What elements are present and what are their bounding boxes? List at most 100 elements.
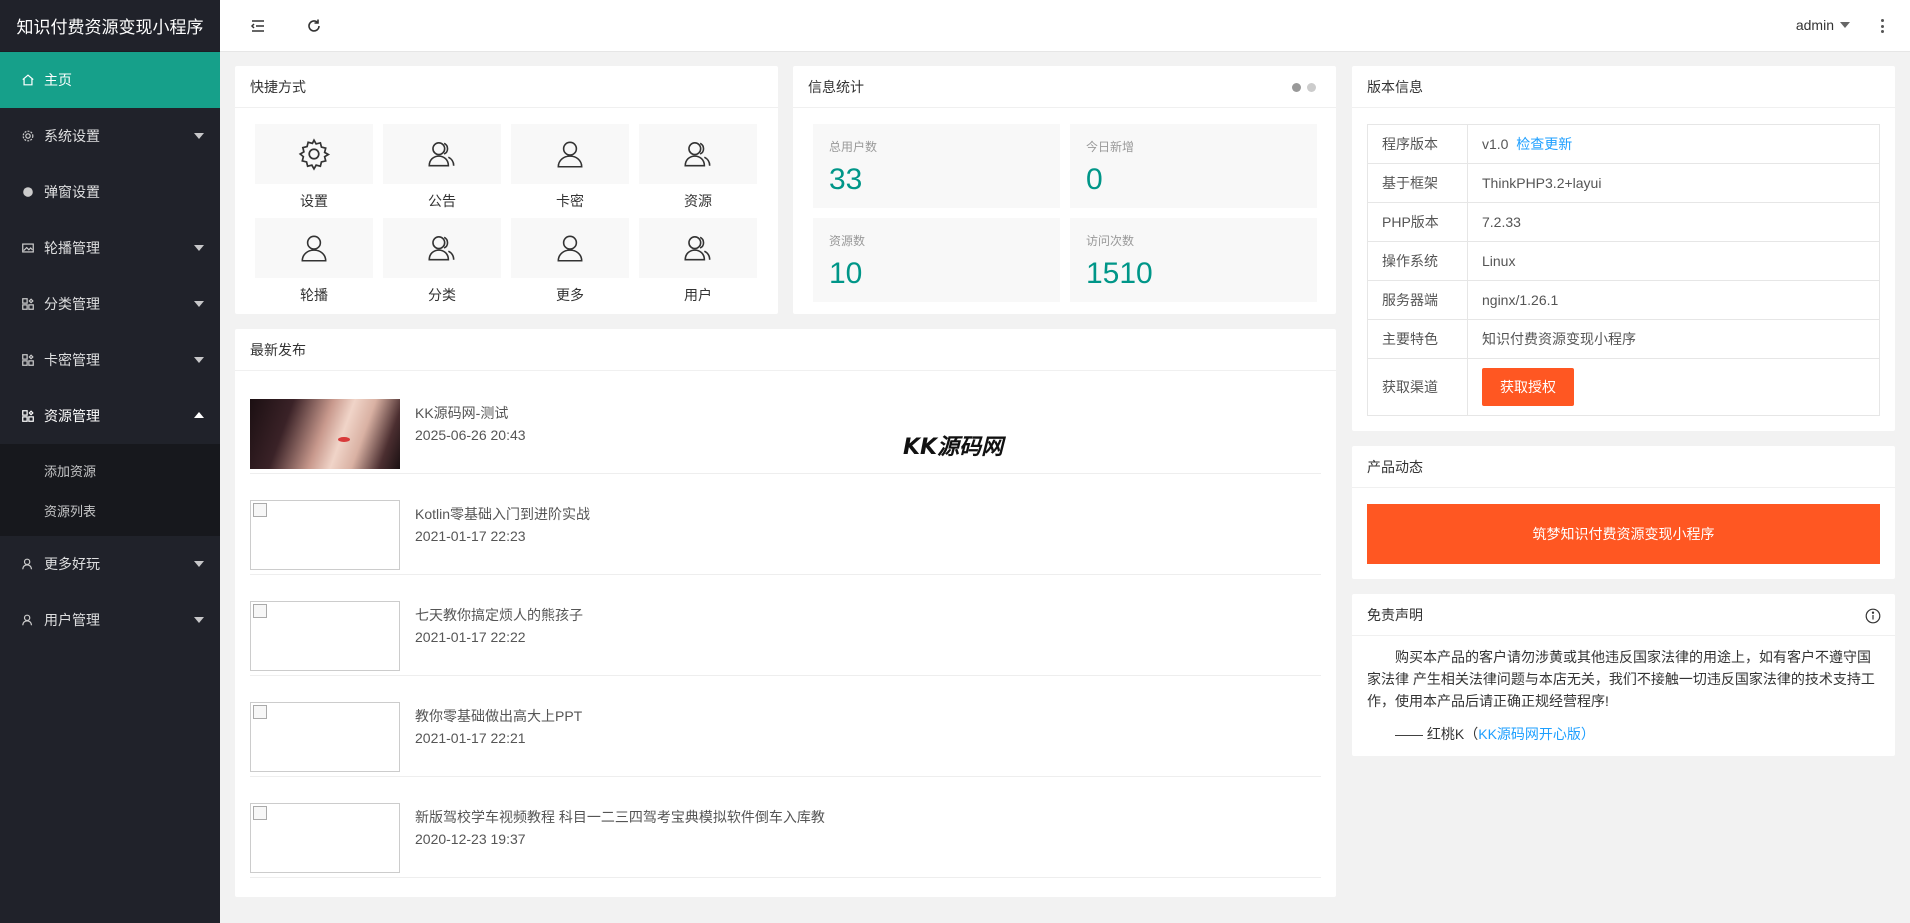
stat-value: 33 bbox=[829, 163, 863, 196]
product-banner[interactable]: 筑梦知识付费资源变现小程序 bbox=[1367, 504, 1880, 564]
shortcut-more[interactable]: 更多 bbox=[511, 218, 629, 312]
menu-toggle-icon[interactable] bbox=[248, 16, 268, 36]
signature-suffix: ） bbox=[1580, 726, 1595, 742]
stat-new-today[interactable]: 今日新增 0 bbox=[1070, 124, 1317, 208]
table-cell-key: 主要特色 bbox=[1367, 319, 1468, 359]
table-cell-key: 程序版本 bbox=[1367, 124, 1468, 164]
carousel-dot[interactable] bbox=[1307, 83, 1316, 92]
user-icon bbox=[557, 141, 583, 168]
news-item-time: 2021-01-17 22:23 bbox=[415, 528, 526, 544]
users-icon bbox=[428, 236, 455, 261]
sidebar-item-home[interactable]: 主页 bbox=[0, 52, 220, 108]
shortcut-label: 卡密 bbox=[556, 193, 584, 209]
shortcut-label: 资源 bbox=[684, 193, 712, 209]
sidebar-item-label: 主页 bbox=[44, 72, 72, 88]
sidebar-item-system-settings[interactable]: 系统设置 bbox=[0, 108, 220, 164]
news-thumbnail bbox=[250, 601, 400, 671]
sidebar-item-label: 轮播管理 bbox=[44, 240, 100, 256]
shortcut-carousel[interactable]: 轮播 bbox=[255, 218, 373, 312]
gear-icon bbox=[298, 138, 331, 171]
list-item[interactable]: 新版驾校学车视频教程 科目一二三四驾考宝典模拟软件倒车入库教 2020-12-2… bbox=[250, 777, 1321, 878]
disclaimer-signature: —— 红桃K（KK源码网开心版） bbox=[1367, 724, 1595, 744]
list-item[interactable]: 七天教你搞定烦人的熊孩子 2021-01-17 22:22 bbox=[250, 575, 1321, 676]
sidebar-item-users[interactable]: 用户管理 bbox=[0, 592, 220, 648]
shortcut-settings[interactable]: 设置 bbox=[255, 124, 373, 218]
sidebar-item-cardkey[interactable]: 卡密管理 bbox=[0, 332, 220, 388]
chevron-down-icon bbox=[194, 133, 204, 139]
news-item-title: Kotlin零基础入门到进阶实战 bbox=[415, 506, 591, 522]
more-vertical-icon[interactable] bbox=[1878, 16, 1886, 36]
news-item-time: 2025-06-26 20:43 bbox=[415, 427, 526, 443]
sidebar-item-label: 资源管理 bbox=[44, 408, 100, 424]
user-icon bbox=[301, 235, 327, 262]
news-item-time: 2021-01-17 22:22 bbox=[415, 629, 526, 645]
get-license-button[interactable]: 获取授权 bbox=[1482, 368, 1574, 406]
sidebar-subitem-resource-list[interactable]: 资源列表 bbox=[0, 490, 220, 530]
table-cell-value: Linux bbox=[1467, 241, 1880, 281]
users-icon bbox=[684, 236, 711, 261]
shortcut-label: 设置 bbox=[300, 193, 328, 209]
carousel-dot[interactable] bbox=[1292, 83, 1301, 92]
shortcut-label: 轮播 bbox=[300, 287, 328, 303]
product-card: 产品动态 筑梦知识付费资源变现小程序 bbox=[1352, 446, 1895, 579]
gear-icon bbox=[20, 128, 36, 144]
sidebar-item-label: 分类管理 bbox=[44, 296, 100, 312]
users-icon bbox=[428, 142, 455, 167]
carousel-indicator bbox=[1292, 83, 1316, 92]
sidebar-item-category[interactable]: 分类管理 bbox=[0, 276, 220, 332]
stat-resources[interactable]: 资源数 10 bbox=[813, 218, 1060, 302]
table-cell-key: 操作系统 bbox=[1367, 241, 1468, 281]
shortcut-cardkey[interactable]: 卡密 bbox=[511, 124, 629, 218]
signature-link[interactable]: KK源码网开心版 bbox=[1478, 726, 1581, 742]
list-item[interactable]: Kotlin零基础入门到进阶实战 2021-01-17 22:23 bbox=[250, 474, 1321, 575]
sidebar-item-more-fun[interactable]: 更多好玩 bbox=[0, 536, 220, 592]
circle-icon bbox=[20, 184, 36, 200]
table-row: 获取渠道 获取授权 bbox=[1367, 358, 1880, 416]
shortcut-resource[interactable]: 资源 bbox=[639, 124, 757, 218]
stat-visits[interactable]: 访问次数 1510 bbox=[1070, 218, 1317, 302]
users-icon bbox=[684, 142, 711, 167]
chevron-down-icon bbox=[1840, 22, 1850, 28]
chevron-up-icon bbox=[194, 412, 204, 418]
broken-image-icon bbox=[253, 705, 267, 719]
app-icon bbox=[20, 296, 36, 312]
sidebar-item-label: 卡密管理 bbox=[44, 352, 100, 368]
table-row: 基于框架 ThinkPHP3.2+layui bbox=[1367, 163, 1880, 203]
chevron-down-icon bbox=[194, 301, 204, 307]
sidebar-item-label: 弹窗设置 bbox=[44, 184, 100, 200]
shortcuts-card: 快捷方式 设置 公告 卡密 资源 轮播 分类 更多 用户 bbox=[235, 66, 778, 314]
info-icon[interactable] bbox=[1865, 608, 1881, 624]
shortcut-users[interactable]: 用户 bbox=[639, 218, 757, 312]
sidebar-item-popup-settings[interactable]: 弹窗设置 bbox=[0, 164, 220, 220]
version-value: v1.0 bbox=[1482, 136, 1509, 152]
stat-label: 今日新增 bbox=[1086, 140, 1135, 154]
news-item-title: 七天教你搞定烦人的熊孩子 bbox=[415, 607, 583, 623]
version-title: 版本信息 bbox=[1352, 66, 1895, 108]
news-thumbnail bbox=[250, 500, 400, 570]
sidebar-subitem-add-resource[interactable]: 添加资源 bbox=[0, 450, 220, 490]
refresh-icon[interactable] bbox=[304, 16, 324, 36]
news-list: KK源码网-测试 2025-06-26 20:43 Kotlin零基础入门到进阶… bbox=[250, 373, 1321, 878]
sidebar-item-resources[interactable]: 资源管理 bbox=[0, 388, 220, 444]
sidebar: 知识付费资源变现小程序 主页 系统设置 弹窗设置 轮播管理 分类管理 卡密管理 … bbox=[0, 0, 220, 923]
stats-grid: 总用户数 33 今日新增 0 资源数 10 访问次数 1510 bbox=[813, 124, 1317, 302]
table-row: 操作系统 Linux bbox=[1367, 241, 1880, 281]
version-table: 程序版本 v1.0 检查更新 基于框架 ThinkPHP3.2+layui PH… bbox=[1367, 124, 1880, 416]
chevron-down-icon bbox=[194, 561, 204, 567]
stat-label: 资源数 bbox=[829, 234, 866, 248]
stat-total-users[interactable]: 总用户数 33 bbox=[813, 124, 1060, 208]
stat-label: 总用户数 bbox=[829, 140, 878, 154]
shortcut-notice[interactable]: 公告 bbox=[383, 124, 501, 218]
check-update-link[interactable]: 检查更新 bbox=[1516, 136, 1572, 152]
signature-prefix: —— 红桃K（ bbox=[1395, 726, 1479, 742]
table-cell-value: ThinkPHP3.2+layui bbox=[1467, 163, 1880, 203]
table-cell-value: 7.2.33 bbox=[1467, 202, 1880, 242]
list-item[interactable]: 教你零基础做出高大上PPT 2021-01-17 22:21 bbox=[250, 676, 1321, 777]
table-row: 服务器端 nginx/1.26.1 bbox=[1367, 280, 1880, 320]
sidebar-item-carousel[interactable]: 轮播管理 bbox=[0, 220, 220, 276]
list-item[interactable]: KK源码网-测试 2025-06-26 20:43 bbox=[250, 373, 1321, 474]
broken-image-icon bbox=[253, 503, 267, 517]
disclaimer-card: 免责声明 购买本产品的客户请勿涉黄或其他违反国家法律的用途上，如有客户不遵守国家… bbox=[1352, 594, 1895, 756]
user-menu[interactable]: admin bbox=[1796, 17, 1850, 33]
shortcut-category[interactable]: 分类 bbox=[383, 218, 501, 312]
